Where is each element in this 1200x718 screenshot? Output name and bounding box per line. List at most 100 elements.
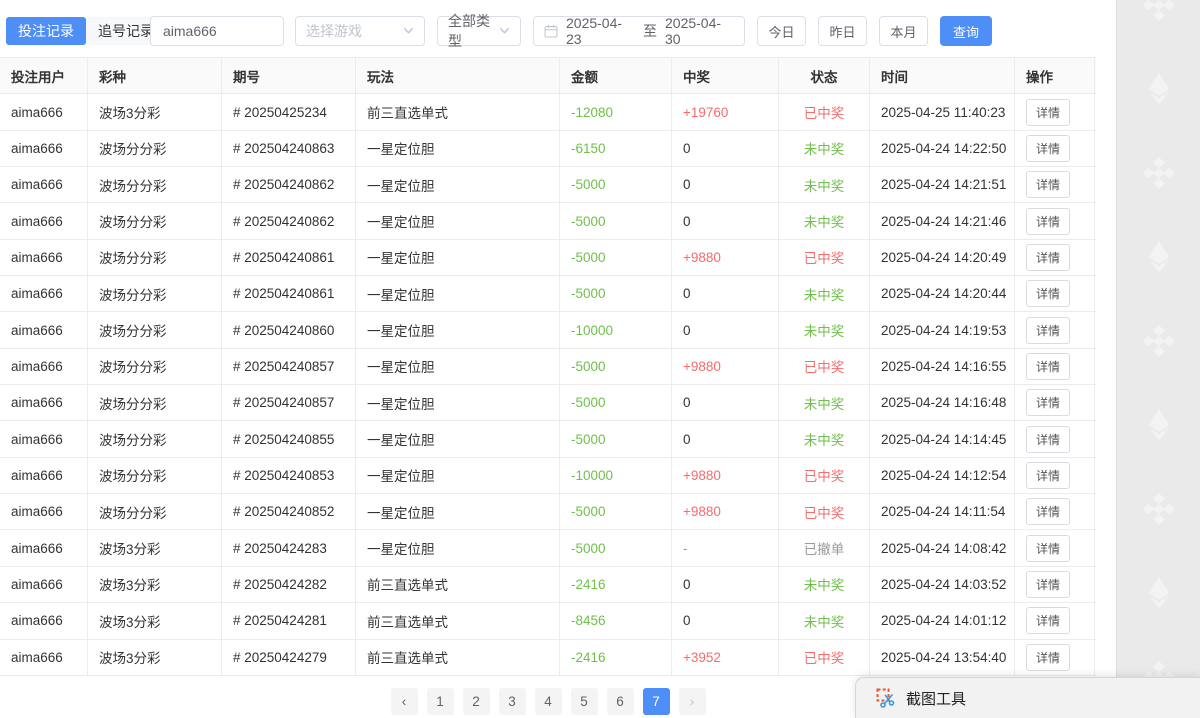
date-end: 2025-04-30 (665, 15, 734, 47)
cell-user: aima666 (0, 94, 88, 129)
table-body: aima666 波场3分彩 # 20250425234 前三直选单式 -1208… (0, 94, 1096, 676)
pagination-page-6[interactable]: 6 (607, 688, 634, 715)
cell-status: 已中奖 (779, 94, 870, 129)
cell-play: 一星定位胆 (356, 167, 560, 202)
cell-prize: 0 (672, 167, 779, 202)
detail-button[interactable]: 详情 (1026, 535, 1070, 562)
cell-status: 未中奖 (779, 385, 870, 420)
query-button[interactable]: 查询 (940, 16, 992, 46)
cell-amount: -5000 (560, 203, 672, 238)
detail-button[interactable]: 详情 (1026, 389, 1070, 416)
cell-issue: # 20250424281 (222, 603, 356, 638)
detail-button[interactable]: 详情 (1026, 607, 1070, 634)
cell-prize: +19760 (672, 94, 779, 129)
chevron-down-icon (403, 23, 414, 39)
cell-status: 已中奖 (779, 349, 870, 384)
cell-lottery: 波场分分彩 (88, 203, 222, 238)
pagination-page-4[interactable]: 4 (535, 688, 562, 715)
cell-prize: +9880 (672, 458, 779, 493)
detail-button[interactable]: 详情 (1026, 462, 1070, 489)
detail-button[interactable]: 详情 (1026, 99, 1070, 126)
header-prize: 中奖 (672, 58, 779, 93)
ethereum-icon (1142, 240, 1176, 274)
today-button[interactable]: 今日 (757, 16, 806, 46)
tab-bet-records[interactable]: 投注记录 (6, 17, 86, 45)
detail-button[interactable]: 详情 (1026, 135, 1070, 162)
cell-status: 未中奖 (779, 421, 870, 456)
detail-button[interactable]: 详情 (1026, 208, 1070, 235)
detail-button[interactable]: 详情 (1026, 317, 1070, 344)
pagination-next[interactable]: › (679, 688, 706, 715)
month-button[interactable]: 本月 (879, 16, 928, 46)
detail-button[interactable]: 详情 (1026, 571, 1070, 598)
cell-issue: # 202504240860 (222, 312, 356, 347)
header-lottery: 彩种 (88, 58, 222, 93)
calendar-icon (544, 24, 558, 38)
cell-play: 一星定位胆 (356, 530, 560, 565)
cell-lottery: 波场分分彩 (88, 276, 222, 311)
detail-button[interactable]: 详情 (1026, 280, 1070, 307)
username-input[interactable] (150, 16, 284, 46)
cell-user: aima666 (0, 131, 88, 166)
date-range-picker[interactable]: 2025-04-23 至 2025-04-30 (533, 16, 745, 46)
cell-time: 2025-04-24 14:12:54 (870, 458, 1015, 493)
cell-time: 2025-04-24 14:14:45 (870, 421, 1015, 456)
detail-button[interactable]: 详情 (1026, 426, 1070, 453)
cell-lottery: 波场3分彩 (88, 530, 222, 565)
table-row: aima666 波场3分彩 # 20250424282 前三直选单式 -2416… (0, 567, 1096, 603)
table-row: aima666 波场分分彩 # 202504240857 一星定位胆 -5000… (0, 349, 1096, 385)
pagination-page-1[interactable]: 1 (427, 688, 454, 715)
cell-issue: # 20250424282 (222, 567, 356, 602)
ethereum-icon (1142, 72, 1176, 106)
table-header-row: 投注用户 彩种 期号 玩法 金额 中奖 状态 时间 操作 (0, 58, 1096, 94)
pagination-page-3[interactable]: 3 (499, 688, 526, 715)
pagination-prev[interactable]: ‹ (391, 688, 418, 715)
pagination-page-5[interactable]: 5 (571, 688, 598, 715)
pagination-page-2[interactable]: 2 (463, 688, 490, 715)
header-user: 投注用户 (0, 58, 88, 93)
detail-button[interactable]: 详情 (1026, 498, 1070, 525)
cell-issue: # 202504240855 (222, 421, 356, 456)
cell-user: aima666 (0, 312, 88, 347)
pagination-page-7[interactable]: 7 (643, 688, 670, 715)
table-row: aima666 波场分分彩 # 202504240855 一星定位胆 -5000… (0, 421, 1096, 457)
cell-time: 2025-04-24 14:21:46 (870, 203, 1015, 238)
cell-user: aima666 (0, 421, 88, 456)
cell-prize: 0 (672, 312, 779, 347)
table-row: aima666 波场分分彩 # 202504240860 一星定位胆 -1000… (0, 312, 1096, 348)
detail-button[interactable]: 详情 (1026, 244, 1070, 271)
header-status: 状态 (779, 58, 870, 93)
cell-prize: +9880 (672, 494, 779, 529)
cell-prize: +9880 (672, 349, 779, 384)
cell-prize: 0 (672, 603, 779, 638)
header-issue: 期号 (222, 58, 356, 93)
toolbar: 投注记录 追号记录 选择游戏 全部类型 2025-04-23 至 2025-04… (0, 0, 1116, 57)
detail-button[interactable]: 详情 (1026, 353, 1070, 380)
cell-play: 一星定位胆 (356, 276, 560, 311)
cell-time: 2025-04-24 14:22:50 (870, 131, 1015, 166)
game-select-placeholder: 选择游戏 (306, 21, 362, 41)
yesterday-button[interactable]: 昨日 (818, 16, 867, 46)
detail-button[interactable]: 详情 (1026, 171, 1070, 198)
cell-lottery: 波场3分彩 (88, 640, 222, 675)
cell-issue: # 20250424279 (222, 640, 356, 675)
cell-issue: # 202504240857 (222, 349, 356, 384)
cell-lottery: 波场分分彩 (88, 385, 222, 420)
cell-amount: -5000 (560, 421, 672, 456)
snipping-tool-icon (876, 688, 896, 708)
snipping-tool-window[interactable]: 截图工具 (855, 677, 1200, 718)
type-select[interactable]: 全部类型 (437, 16, 521, 46)
binance-icon (1142, 156, 1176, 190)
cell-play: 前三直选单式 (356, 567, 560, 602)
cell-play: 前三直选单式 (356, 94, 560, 129)
table-row: aima666 波场3分彩 # 20250424283 一星定位胆 -5000 … (0, 530, 1096, 566)
detail-button[interactable]: 详情 (1026, 644, 1070, 671)
game-select[interactable]: 选择游戏 (295, 16, 425, 46)
cell-user: aima666 (0, 385, 88, 420)
cell-time: 2025-04-24 14:19:53 (870, 312, 1015, 347)
cell-lottery: 波场分分彩 (88, 349, 222, 384)
date-separator: 至 (643, 21, 657, 41)
cell-user: aima666 (0, 603, 88, 638)
table-row: aima666 波场分分彩 # 202504240862 一星定位胆 -5000… (0, 203, 1096, 239)
cell-play: 一星定位胆 (356, 458, 560, 493)
